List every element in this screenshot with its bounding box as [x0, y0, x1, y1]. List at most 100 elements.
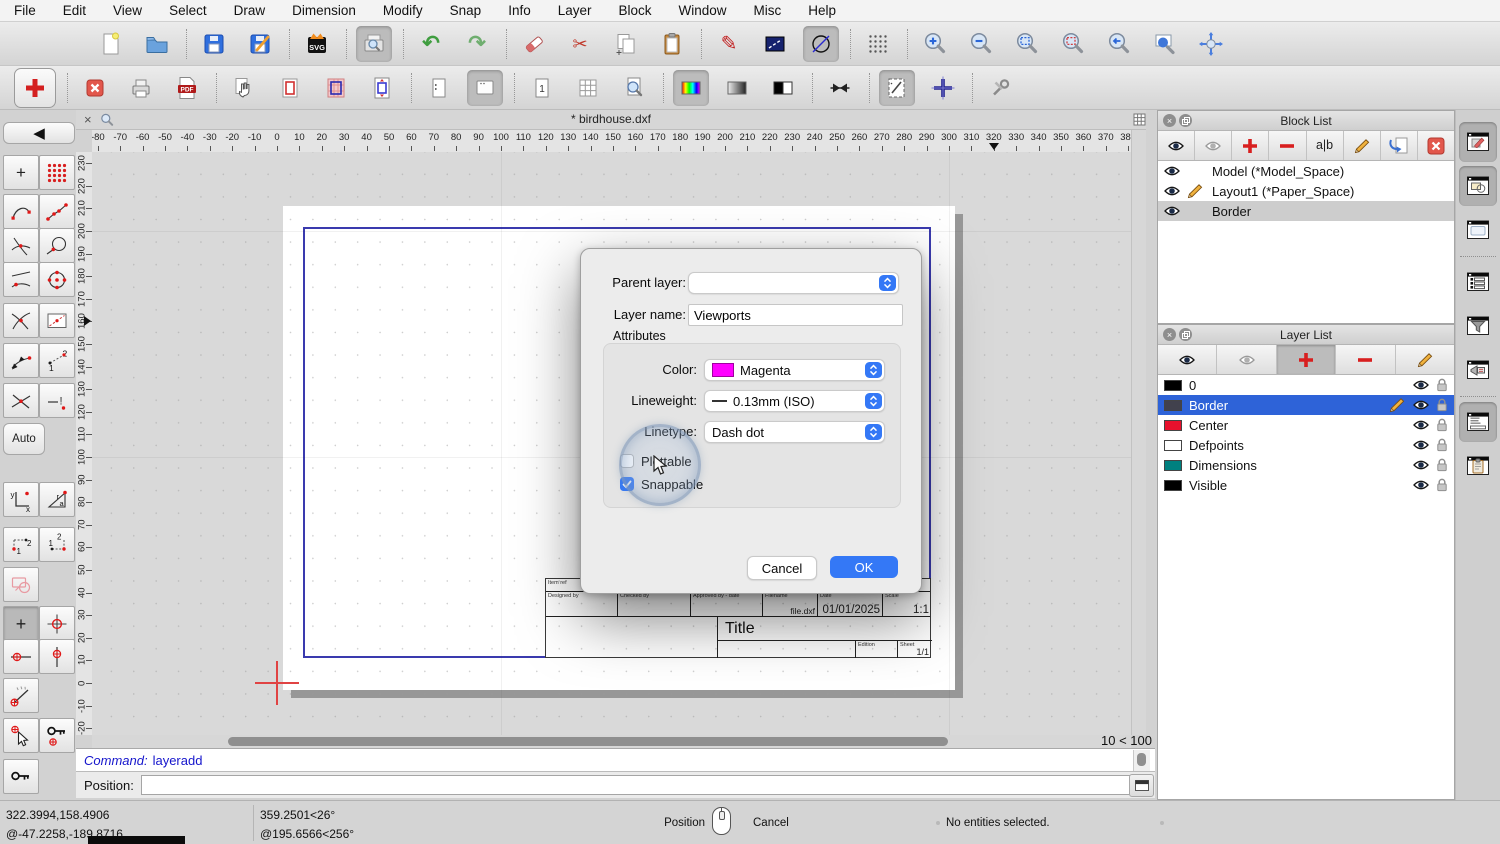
keyboard-button[interactable]	[1129, 774, 1154, 797]
edit-pencil-icon[interactable]	[1187, 183, 1205, 199]
visibility-eye-icon[interactable]	[1413, 399, 1429, 411]
show-all-blocks-button[interactable]	[1158, 131, 1195, 160]
zoom-out-button[interactable]	[963, 26, 999, 62]
zoom-window-button[interactable]	[1147, 26, 1183, 62]
restrict-orthogonal[interactable]	[39, 606, 75, 641]
menu-item-window[interactable]: Window	[679, 3, 727, 18]
back-button[interactable]: ◀	[3, 122, 75, 144]
visibility-eye-icon[interactable]	[1413, 479, 1429, 491]
visibility-eye-icon[interactable]	[1413, 379, 1429, 391]
restrict-nothing[interactable]: +	[3, 606, 39, 641]
print-preview-button[interactable]	[356, 26, 392, 62]
menu-item-edit[interactable]: Edit	[63, 3, 86, 18]
rename-block-button[interactable]: a|b	[1307, 131, 1344, 160]
layer-row-dimensions[interactable]: Dimensions	[1158, 455, 1454, 475]
tab-grid-icon[interactable]	[1133, 113, 1146, 126]
snap-nearest[interactable]	[3, 262, 39, 297]
snap-auto-button[interactable]: Auto	[3, 423, 45, 455]
show-all-layers-button[interactable]	[1158, 345, 1217, 374]
lock-icon[interactable]	[1436, 418, 1448, 432]
snap-grid[interactable]	[39, 155, 75, 190]
color-dropdown[interactable]: Magenta	[704, 359, 885, 381]
preferences-button[interactable]	[982, 70, 1018, 106]
restrict-vertical[interactable]	[39, 639, 75, 674]
menu-item-info[interactable]: Info	[508, 3, 531, 18]
position-input[interactable]	[141, 775, 1134, 795]
remove-block-button[interactable]	[1269, 131, 1306, 160]
toggle-clipboard-widget-button[interactable]	[1459, 446, 1497, 486]
menu-item-dimension[interactable]: Dimension	[292, 3, 356, 18]
lock-icon[interactable]	[1436, 398, 1448, 412]
visibility-eye-icon[interactable]	[1164, 185, 1180, 197]
toggle-filter-widget-button[interactable]	[1459, 306, 1497, 346]
copy-button[interactable]	[608, 26, 644, 62]
toggle-view-widget-button[interactable]	[1459, 210, 1497, 250]
undo-button[interactable]: ↶	[413, 26, 449, 62]
toggle-command-widget-button[interactable]	[1459, 402, 1497, 442]
lock-icon[interactable]	[1436, 458, 1448, 472]
toggle-library-widget-button[interactable]	[1459, 262, 1497, 302]
layer-row-visible[interactable]: Visible	[1158, 475, 1454, 495]
new-document-button[interactable]	[93, 26, 129, 62]
snap-free[interactable]: +	[3, 155, 39, 190]
redo-button[interactable]: ↷	[459, 26, 495, 62]
snap-sequence-b[interactable]: 12	[39, 343, 75, 378]
edit-layer-button[interactable]	[1396, 345, 1454, 374]
snap-grid-toggle-button[interactable]	[860, 26, 896, 62]
zoom-previous-button[interactable]	[1101, 26, 1137, 62]
open-file-button[interactable]	[139, 26, 175, 62]
snap-angle[interactable]: !	[39, 383, 75, 418]
snap-on-entity[interactable]	[39, 194, 75, 229]
cancel-button[interactable]: Cancel	[747, 556, 817, 580]
save-as-button[interactable]	[242, 26, 278, 62]
scrollbar-thumb[interactable]	[1137, 753, 1146, 766]
menu-item-layer[interactable]: Layer	[558, 3, 592, 18]
full-color-mode-button[interactable]	[673, 70, 709, 106]
line-attributes-button[interactable]	[757, 26, 793, 62]
snap-center[interactable]	[39, 262, 75, 297]
remove-layer-button[interactable]	[1336, 345, 1395, 374]
visibility-eye-icon[interactable]	[1413, 439, 1429, 451]
zoom-auto-button[interactable]	[1009, 26, 1045, 62]
export-pdf-button[interactable]: PDF	[169, 70, 205, 106]
menu-item-help[interactable]: Help	[808, 3, 836, 18]
delete-selected-button[interactable]	[516, 26, 552, 62]
toggle-pen-widget-button[interactable]	[1459, 122, 1497, 162]
pen-attributes-button[interactable]: ✎	[711, 26, 747, 62]
command-line[interactable]: Command: layeradd	[76, 748, 1155, 771]
command-scrollbar[interactable]	[1133, 750, 1150, 771]
parent-layer-dropdown[interactable]	[688, 272, 899, 294]
layer-name-input[interactable]	[688, 304, 903, 326]
zoom-in-button[interactable]	[917, 26, 953, 62]
edit-block-button[interactable]	[1344, 131, 1381, 160]
show-crosshair-button[interactable]	[925, 70, 961, 106]
linetype-dropdown[interactable]: Dash dot	[704, 421, 885, 443]
tiled-pages-button[interactable]	[570, 70, 606, 106]
lock-icon[interactable]	[1436, 438, 1448, 452]
float-panel-icon[interactable]	[1179, 114, 1192, 127]
lock-icon[interactable]	[1436, 378, 1448, 392]
visibility-eye-icon[interactable]	[1164, 205, 1180, 217]
add-block-button[interactable]	[1232, 131, 1269, 160]
corner-point-b[interactable]: 12	[39, 527, 75, 562]
no-fill-ellipse-button[interactable]	[803, 26, 839, 62]
layer-row-center[interactable]: Center	[1158, 415, 1454, 435]
snap-endpoint[interactable]	[3, 194, 39, 229]
current-pen-button[interactable]	[14, 68, 56, 108]
layer-row-0[interactable]: 0	[1158, 375, 1454, 395]
menu-item-block[interactable]: Block	[619, 3, 652, 18]
float-panel-icon[interactable]	[1179, 328, 1192, 341]
snap-intersection-manual[interactable]	[3, 383, 39, 418]
selection-shape[interactable]	[3, 567, 39, 602]
delete-block-button[interactable]	[1418, 131, 1454, 160]
free-select-cursor[interactable]	[3, 718, 39, 753]
coordinate-polar[interactable]: ra	[39, 482, 75, 517]
block-row-border[interactable]: Border	[1158, 201, 1454, 221]
visibility-eye-icon[interactable]	[1164, 165, 1180, 177]
single-page-button[interactable]: 1	[524, 70, 560, 106]
cut-button[interactable]: ✂	[562, 26, 598, 62]
blackwhite-mode-button[interactable]	[765, 70, 801, 106]
layer-row-border[interactable]: Border	[1158, 395, 1454, 415]
lock-relative-zero[interactable]	[3, 759, 39, 794]
hide-all-layers-button[interactable]	[1217, 345, 1276, 374]
